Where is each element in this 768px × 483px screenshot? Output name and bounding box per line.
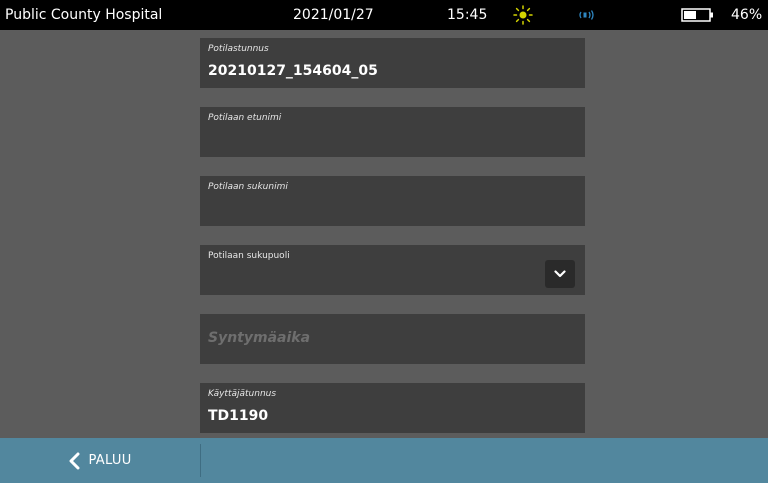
birthdate-field[interactable]: Syntymäaika <box>200 314 585 364</box>
first-name-field[interactable]: Potilaan etunimi <box>200 107 585 157</box>
user-id-field[interactable]: Käyttäjätunnus TD1190 <box>200 383 585 433</box>
battery-percent: 46% <box>731 7 763 23</box>
bottom-bar: PALUU <box>0 438 768 483</box>
hospital-name: Public County Hospital <box>5 7 163 23</box>
birthdate-placeholder: Syntymäaika <box>208 330 311 346</box>
status-bar: Public County Hospital 2021/01/27 15:45 <box>0 0 768 30</box>
patient-id-field[interactable]: Potilastunnus 20210127_154604_05 <box>200 38 585 88</box>
back-button[interactable]: PALUU <box>0 438 200 483</box>
brightness-icon <box>513 5 533 25</box>
gender-label: Potilaan sukupuoli <box>208 251 290 261</box>
patient-id-value: 20210127_154604_05 <box>208 63 378 79</box>
back-button-label: PALUU <box>88 453 132 468</box>
user-id-value: TD1190 <box>208 408 269 424</box>
gender-select[interactable]: Potilaan sukupuoli <box>200 245 585 295</box>
chevron-left-icon <box>69 452 80 469</box>
status-time: 15:45 <box>447 7 488 23</box>
gender-dropdown-button[interactable] <box>545 260 575 288</box>
battery-icon <box>681 8 715 22</box>
last-name-label: Potilaan sukunimi <box>208 182 288 192</box>
status-date: 2021/01/27 <box>293 7 374 23</box>
last-name-field[interactable]: Potilaan sukunimi <box>200 176 585 226</box>
divider <box>200 444 201 477</box>
first-name-label: Potilaan etunimi <box>208 113 282 123</box>
user-id-label: Käyttäjätunnus <box>208 389 277 399</box>
volume-icon <box>578 8 596 22</box>
chevron-down-icon <box>554 270 566 278</box>
patient-id-label: Potilastunnus <box>208 44 269 54</box>
